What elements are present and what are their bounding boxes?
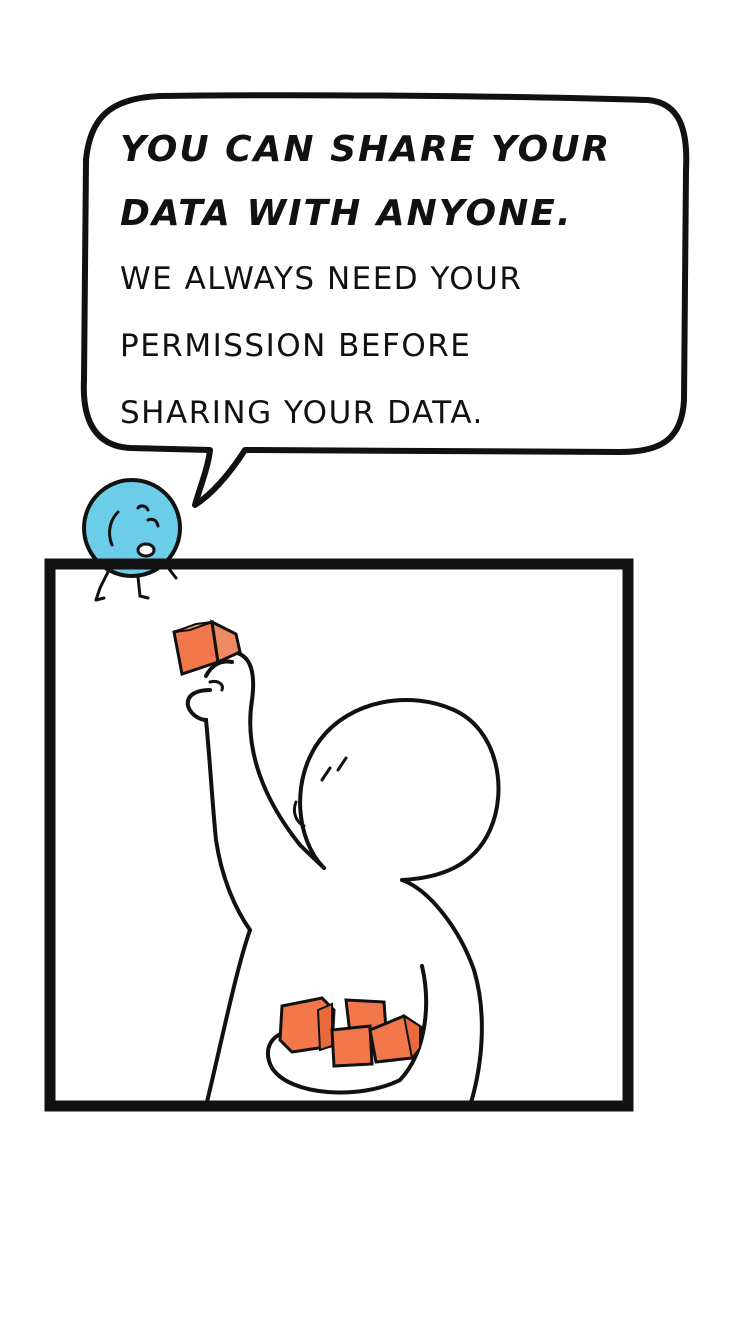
- headline-line-1: YOU CAN SHARE YOUR: [120, 129, 612, 170]
- window-frame: [44, 558, 634, 1112]
- data-cube-icon: [278, 996, 336, 1054]
- body-line-1: WE ALWAYS NEED YOUR: [120, 261, 523, 297]
- body-line-2: PERMISSION BEFORE: [120, 328, 472, 364]
- headline-line-2: DATA WITH ANYONE.: [120, 193, 573, 234]
- speech-bubble-text: YOU CAN SHARE YOUR DATA WITH ANYONE. WE …: [120, 118, 680, 447]
- blue-blob-mascot-icon: [82, 478, 182, 602]
- body-line-3: SHARING YOUR DATA.: [120, 395, 484, 431]
- data-cube-icon: [330, 1024, 374, 1068]
- data-cube-icon: [172, 619, 242, 676]
